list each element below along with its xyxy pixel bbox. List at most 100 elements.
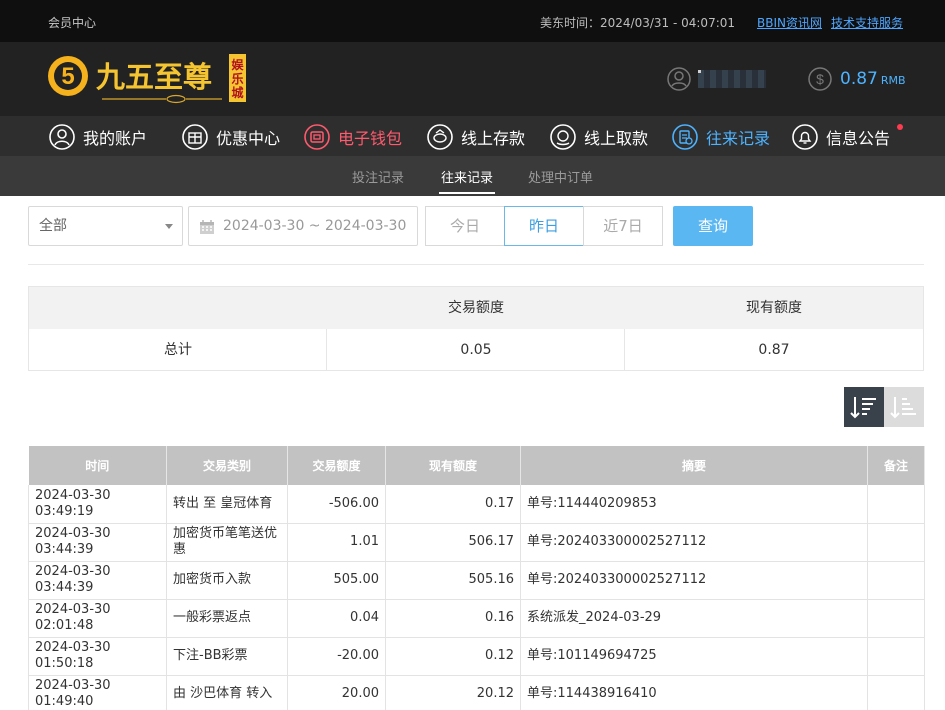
sort-ascending-button[interactable]	[884, 387, 924, 427]
gift-icon	[182, 124, 208, 150]
username-masked	[698, 70, 766, 88]
cell-time: 2024-03-30 01:49:40	[28, 675, 167, 710]
type-select[interactable]: 全部	[28, 206, 183, 246]
nav-transaction-records[interactable]: 往来记录	[672, 122, 770, 152]
nav-online-withdraw[interactable]: 线上取款	[550, 122, 648, 152]
cell-amount: 0.04	[287, 599, 386, 638]
main-nav: 我的账户 优惠中心 电子钱包 线上存款 线上取款 往来记录 信息公告	[0, 116, 945, 156]
cell-remark	[867, 637, 925, 676]
cell-amount: 1.01	[287, 523, 386, 562]
cell-time: 2024-03-30 01:50:18	[28, 637, 167, 676]
nav-label: 线上取款	[584, 129, 649, 148]
type-select-value: 全部	[39, 218, 67, 234]
cell-type: 一般彩票返点	[166, 599, 288, 638]
tech-support-link[interactable]: 技术支持服务	[831, 14, 903, 31]
calendar-icon	[200, 220, 214, 234]
cell-time: 2024-03-30 03:49:19	[28, 485, 167, 524]
quick-last7days-button[interactable]: 近7日	[583, 206, 663, 246]
cell-remark	[867, 561, 925, 600]
balance-unit: RMB	[880, 74, 906, 87]
records-table: 时间 交易类别 交易额度 现有额度 摘要 备注 2024-03-30 03:49…	[28, 446, 925, 710]
records-icon	[672, 124, 698, 150]
svg-text:$: $	[816, 71, 824, 87]
cell-time: 2024-03-30 03:44:39	[28, 523, 167, 562]
brand-name: 九五至尊	[96, 60, 212, 94]
balance-display: 0.87 RMB	[840, 69, 906, 89]
nav-my-account[interactable]: 我的账户	[49, 122, 147, 152]
svg-text:5: 5	[61, 63, 74, 90]
col-amount: 交易额度	[287, 446, 386, 485]
query-button[interactable]: 查询	[673, 206, 753, 246]
table-row: 2024-03-30 03:44:39 加密货币入款 505.00 505.16 单号:…	[28, 561, 925, 600]
divider	[624, 329, 625, 371]
col-remark: 备注	[867, 446, 925, 485]
cell-type: 加密货币笔笔送优惠	[166, 523, 288, 562]
header: 5 九五至尊 娱 乐 城 $ 0.87 RMB	[0, 42, 945, 116]
cell-balance: 506.17	[385, 523, 521, 562]
date-range-value: 2024-03-30 ~ 2024-03-30	[223, 218, 407, 234]
eastern-time: 美东时间：2024/03/31 - 04:07:01	[540, 16, 736, 30]
cell-time: 2024-03-30 02:01:48	[28, 599, 167, 638]
records-body: 2024-03-30 03:49:19 转出 至 皇冠体育 -506.00 0.17 单…	[28, 485, 925, 710]
quick-today-button[interactable]: 今日	[425, 206, 505, 246]
bbin-news-link[interactable]: BBIN资讯网	[757, 14, 822, 31]
cell-amount: 20.00	[287, 675, 386, 710]
nav-label: 信息公告	[826, 129, 891, 148]
tab-pending-orders[interactable]: 处理中订单	[528, 167, 593, 186]
cell-type: 由 沙巴体育 转入	[166, 675, 288, 710]
deposit-icon	[427, 124, 453, 150]
tab-bet-records[interactable]: 投注记录	[352, 167, 404, 186]
cell-balance: 0.16	[385, 599, 521, 638]
cell-type: 加密货币入款	[166, 561, 288, 600]
table-row: 2024-03-30 02:01:48 一般彩票返点 0.04 0.16 系统派发_20…	[28, 599, 925, 638]
nav-promotions[interactable]: 优惠中心	[182, 122, 280, 152]
withdraw-icon	[550, 124, 576, 150]
summary-total-balance: 0.87	[758, 342, 790, 358]
table-row: 2024-03-30 03:49:19 转出 至 皇冠体育 -506.00 0.17 单…	[28, 485, 925, 524]
divider	[28, 264, 924, 265]
summary-table: 交易额度 现有额度 总计 0.05 0.87	[28, 286, 924, 371]
money-icon: $	[808, 67, 832, 95]
cell-type: 下注-BB彩票	[166, 637, 288, 676]
bell-icon	[792, 124, 818, 150]
cell-amount: 505.00	[287, 561, 386, 600]
table-row: 2024-03-30 03:44:39 加密货币笔笔送优惠 1.01 506.17 单号…	[28, 523, 925, 562]
cell-remark	[867, 599, 925, 638]
nav-e-wallet[interactable]: 电子钱包	[304, 122, 402, 152]
user-circle-icon	[49, 124, 75, 150]
svg-text:乐: 乐	[231, 71, 243, 86]
sort-descending-button[interactable]	[844, 387, 884, 427]
cell-summary: 单号:101149694725	[520, 637, 868, 676]
wallet-icon	[304, 124, 330, 150]
cell-summary: 单号:202403300002527112	[520, 561, 868, 600]
table-row: 2024-03-30 01:50:18 下注-BB彩票 -20.00 0.12 单号:1…	[28, 637, 925, 676]
col-time: 时间	[28, 446, 167, 485]
nav-label: 我的账户	[83, 129, 148, 148]
summary-col-balance: 现有额度	[746, 300, 802, 316]
cell-balance: 20.12	[385, 675, 521, 710]
sort-descending-icon	[850, 397, 876, 419]
quick-yesterday-button[interactable]: 昨日	[504, 206, 584, 246]
member-center-link[interactable]: 会员中心	[48, 14, 96, 31]
col-type: 交易类别	[166, 446, 288, 485]
cell-summary: 单号:202403300002527112	[520, 523, 868, 562]
records-header-row: 时间 交易类别 交易额度 现有额度 摘要 备注	[28, 446, 925, 485]
cell-amount: -20.00	[287, 637, 386, 676]
cell-summary: 单号:114440209853	[520, 485, 868, 524]
notification-dot	[897, 124, 903, 130]
sub-nav: 投注记录 往来记录 处理中订单	[0, 156, 945, 196]
tab-transaction-records[interactable]: 往来记录	[438, 167, 496, 194]
date-range-input[interactable]: 2024-03-30 ~ 2024-03-30	[188, 206, 418, 246]
cell-remark	[867, 485, 925, 524]
cell-type: 转出 至 皇冠体育	[166, 485, 288, 524]
balance-value: 0.87	[840, 69, 878, 89]
col-summary: 摘要	[520, 446, 868, 485]
svg-text:城: 城	[231, 85, 243, 100]
top-bar: 会员中心 美东时间：2024/03/31 - 04:07:01 BBIN资讯网 …	[0, 0, 945, 42]
cell-remark	[867, 675, 925, 710]
divider	[326, 329, 327, 371]
cell-amount: -506.00	[287, 485, 386, 524]
nav-announcements[interactable]: 信息公告	[792, 122, 890, 152]
brand-logo[interactable]: 5 九五至尊 娱 乐 城	[46, 54, 251, 106]
nav-online-deposit[interactable]: 线上存款	[427, 122, 525, 152]
